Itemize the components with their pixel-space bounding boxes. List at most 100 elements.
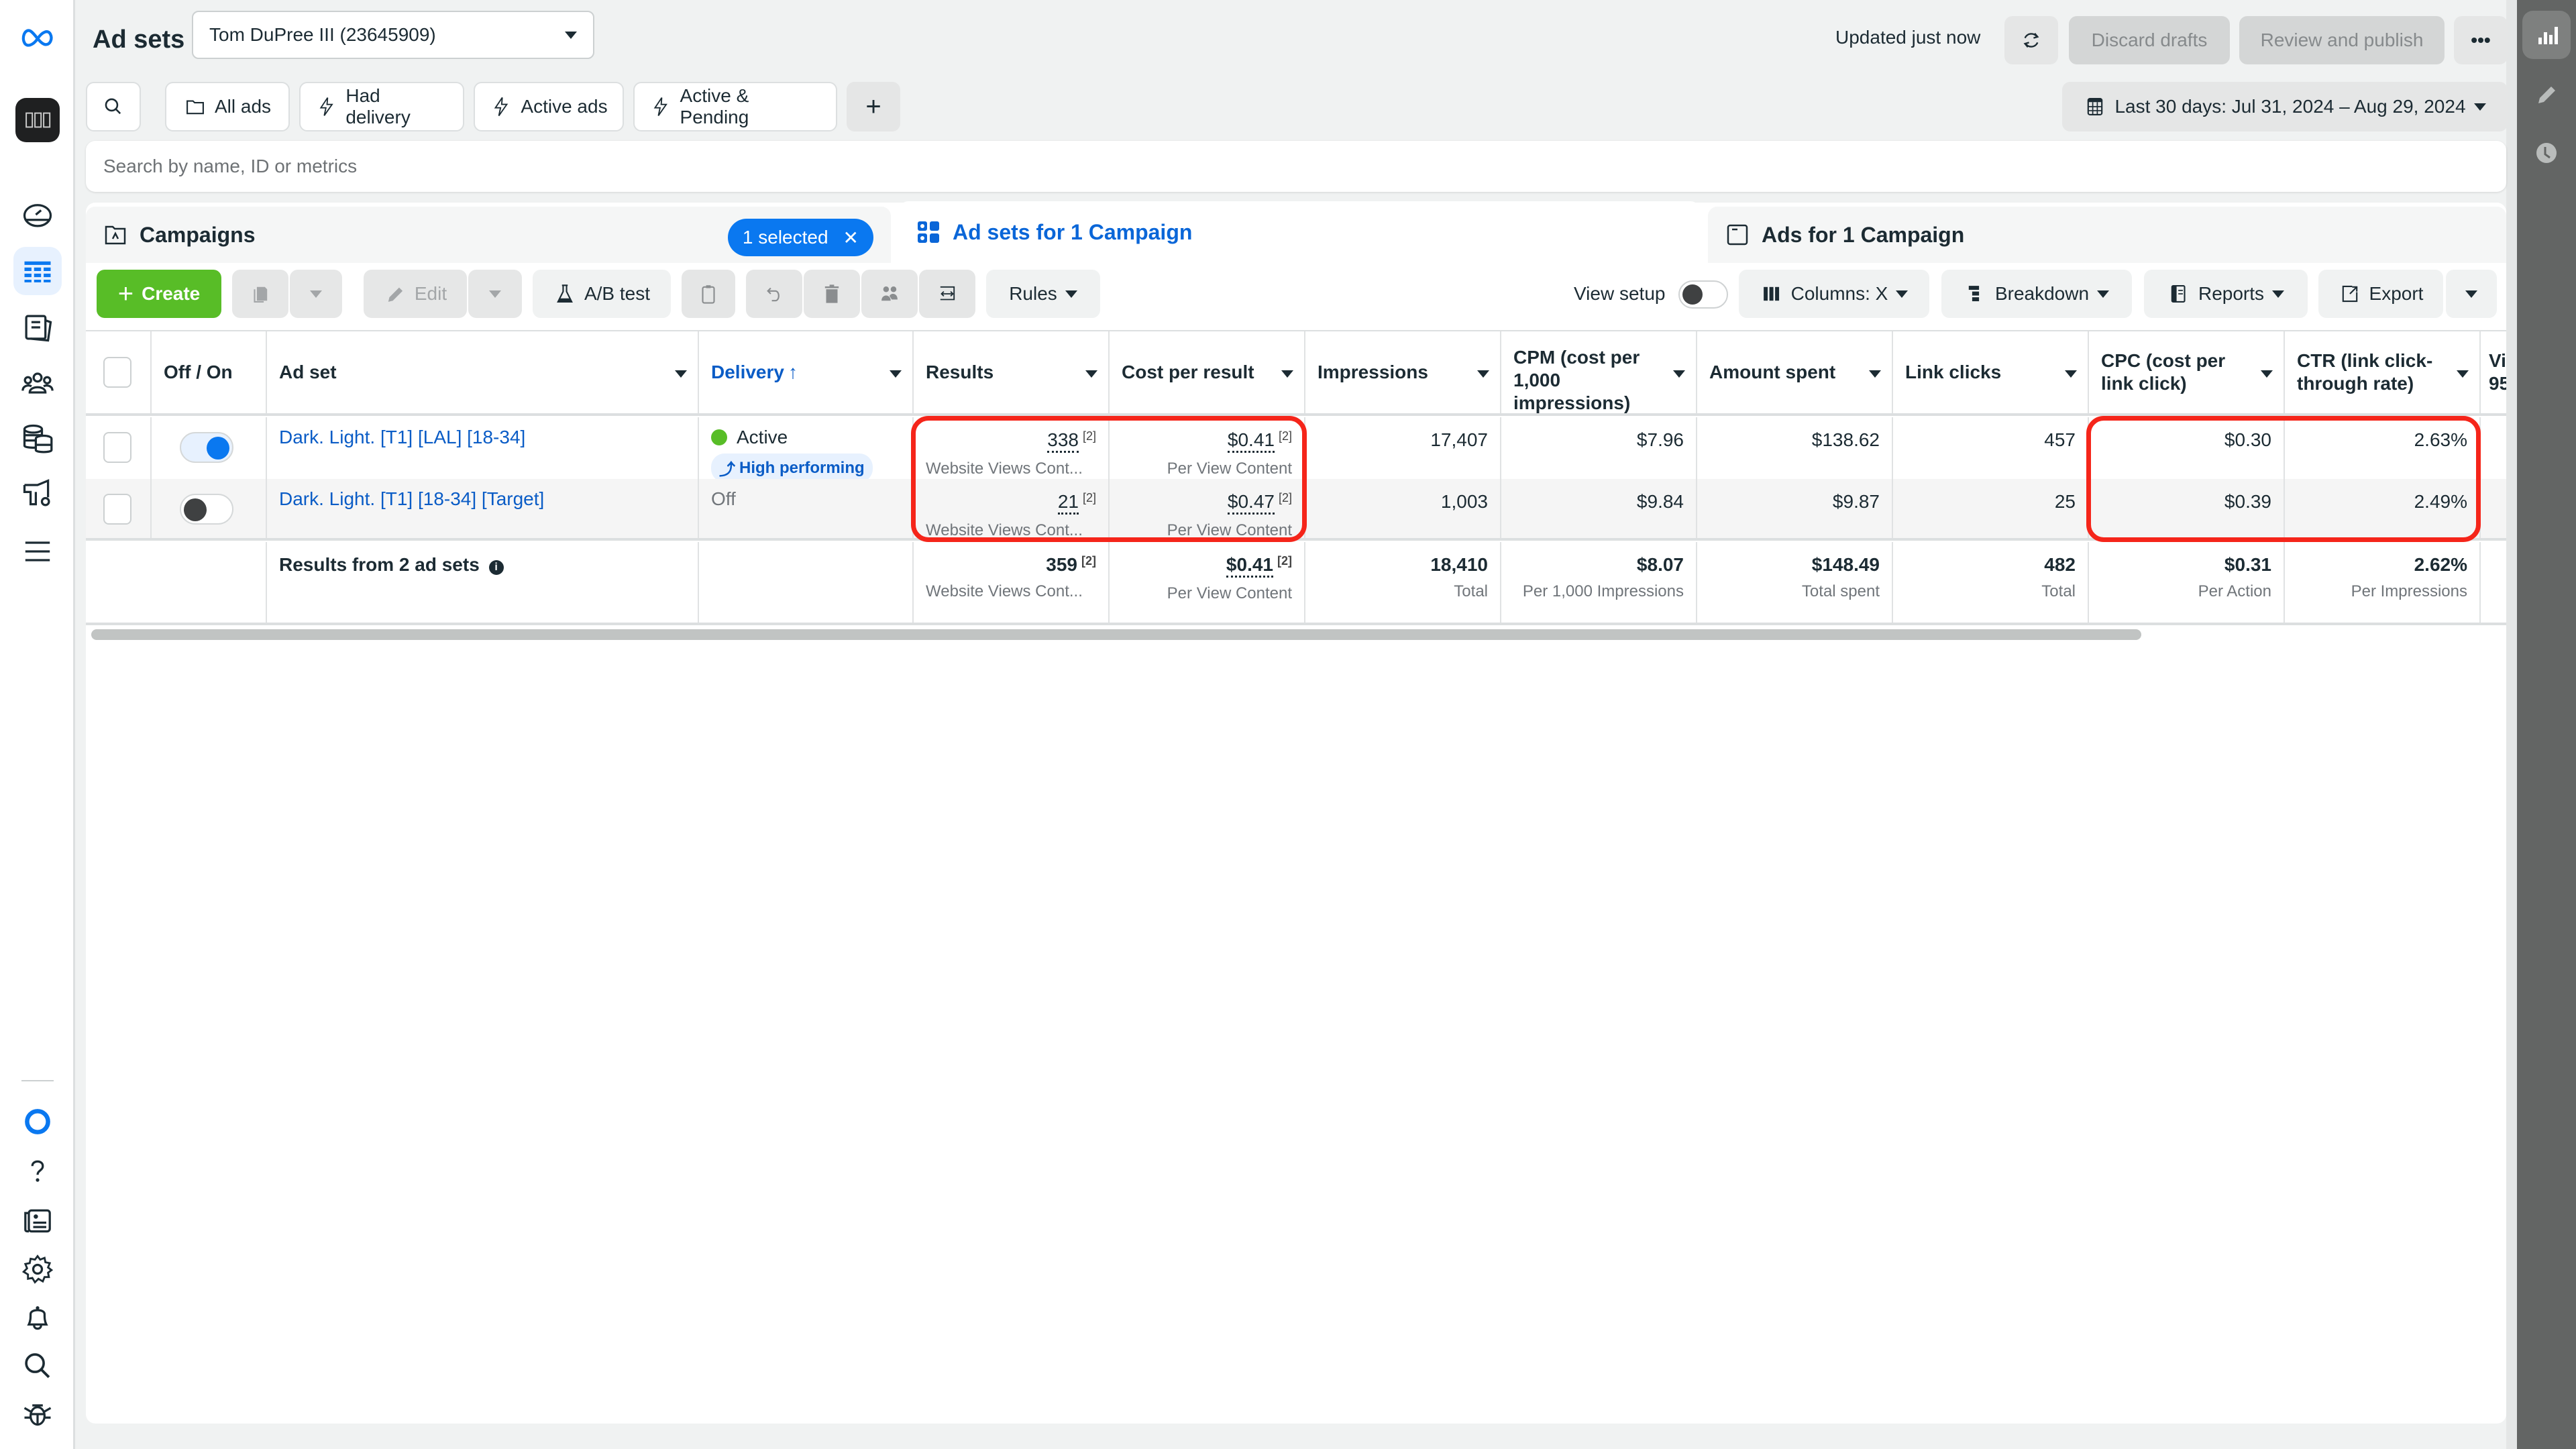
refresh-button[interactable] xyxy=(2004,16,2058,64)
rules-button[interactable]: Rules xyxy=(986,270,1100,318)
insights-bar-chart-icon[interactable] xyxy=(2522,11,2571,59)
search-icon[interactable] xyxy=(13,1342,62,1390)
ad-set-toggle[interactable] xyxy=(180,432,233,463)
header-results[interactable]: Results xyxy=(914,331,1110,413)
filter-all-ads[interactable]: All ads xyxy=(165,82,290,131)
catalog-pages-icon[interactable] xyxy=(13,303,62,352)
export-dropdown[interactable] xyxy=(2446,270,2497,318)
filter-had-delivery[interactable]: Had delivery xyxy=(299,82,464,131)
ads-manager-table-icon[interactable] xyxy=(13,247,62,295)
account-icon[interactable] xyxy=(15,98,60,142)
more-options-button[interactable]: ••• xyxy=(2454,16,2508,64)
ad-set-toggle[interactable] xyxy=(180,494,233,525)
header-delivery[interactable]: Delivery ↑ xyxy=(699,331,914,413)
ad-settings-megaphone-icon[interactable] xyxy=(13,470,62,518)
header-impressions[interactable]: Impressions xyxy=(1305,331,1501,413)
ad-set-name-link[interactable]: Dark. Light. [T1] [LAL] [18-34] xyxy=(267,417,699,479)
tab-campaigns[interactable]: Campaigns 1 selected ✕ xyxy=(86,207,891,263)
dashboard-gauge-icon[interactable] xyxy=(13,191,62,239)
lightning-icon xyxy=(319,97,333,116)
sort-caret-icon[interactable] xyxy=(1477,370,1489,378)
sort-caret-icon[interactable] xyxy=(2065,370,2077,378)
table-header: Off / On Ad set Delivery ↑ Results Cost p… xyxy=(86,330,2506,416)
filter-active-ads[interactable]: Active ads xyxy=(474,82,624,131)
tab-ad-sets[interactable]: Ad sets for 1 Campaign xyxy=(899,201,1700,263)
header-next-column[interactable]: Vi 95 xyxy=(2481,331,2506,413)
undo-button[interactable] xyxy=(746,270,802,318)
totals-label-cell: Results from 2 ad sets i xyxy=(267,542,699,623)
flask-icon xyxy=(557,284,573,303)
info-icon[interactable]: i xyxy=(488,560,504,575)
row-checkbox[interactable] xyxy=(103,494,131,525)
sort-caret-icon[interactable] xyxy=(1673,370,1685,378)
sort-caret-icon[interactable] xyxy=(1869,370,1881,378)
sort-caret-icon[interactable] xyxy=(2457,370,2469,378)
sort-caret-icon[interactable] xyxy=(675,370,687,378)
search-bar[interactable] xyxy=(86,141,2506,192)
discard-drafts-button[interactable]: Discard drafts xyxy=(2069,16,2230,64)
add-filter-button[interactable]: + xyxy=(847,82,900,131)
duplicate-button[interactable] xyxy=(232,270,288,318)
header-link-clicks[interactable]: Link clicks xyxy=(1893,331,2089,413)
ad-set-name-link[interactable]: Dark. Light. [T1] [18-34] [Target] xyxy=(267,479,699,538)
billing-coins-icon[interactable] xyxy=(13,415,62,463)
export-button[interactable]: Export xyxy=(2318,270,2443,318)
date-range-picker[interactable]: Last 30 days: Jul 31, 2024 – Aug 29, 202… xyxy=(2062,82,2508,131)
duplicate-dropdown[interactable] xyxy=(290,270,342,318)
header-off-on[interactable]: Off / On xyxy=(152,331,267,413)
ad-window-icon xyxy=(1727,224,1748,246)
account-selector[interactable]: Tom DuPree III (23645909) xyxy=(192,11,594,59)
tab-ads[interactable]: Ads for 1 Campaign xyxy=(1708,207,2506,263)
assign-users-button[interactable] xyxy=(861,270,918,318)
header-ad-set[interactable]: Ad set xyxy=(267,331,699,413)
create-label: Create xyxy=(142,283,201,304)
filter-active-pending[interactable]: Active & Pending xyxy=(633,82,837,131)
news-feed-icon[interactable] xyxy=(13,1197,62,1245)
high-performing-badge[interactable]: ⤴ High performing xyxy=(711,453,873,482)
sort-caret-icon[interactable] xyxy=(890,370,902,378)
reports-button[interactable]: Reports xyxy=(2144,270,2308,318)
delete-button[interactable] xyxy=(804,270,860,318)
sort-caret-icon[interactable] xyxy=(2261,370,2273,378)
select-all-checkbox[interactable] xyxy=(103,357,131,388)
create-button[interactable]: + Create xyxy=(97,270,221,318)
horizontal-scrollbar[interactable] xyxy=(91,629,2141,640)
history-clock-icon[interactable] xyxy=(2522,129,2571,177)
columns-button[interactable]: Columns: X xyxy=(1739,270,1929,318)
meta-logo-icon[interactable] xyxy=(13,13,62,62)
breakdown-button[interactable]: Breakdown xyxy=(1941,270,2132,318)
all-tools-menu-icon[interactable] xyxy=(13,527,62,576)
header-ctr[interactable]: CTR (link click-through rate) xyxy=(2285,331,2481,413)
header-amount-spent[interactable]: Amount spent xyxy=(1697,331,1893,413)
clear-selection-icon[interactable]: ✕ xyxy=(843,227,859,249)
header-label: Ad set xyxy=(279,362,337,382)
audiences-icon[interactable] xyxy=(13,360,62,408)
selected-pill[interactable]: 1 selected ✕ xyxy=(727,219,873,256)
compare-button[interactable] xyxy=(919,270,975,318)
status-dot-active xyxy=(711,429,727,445)
review-publish-button[interactable]: Review and publish xyxy=(2239,16,2445,64)
search-toggle-button[interactable] xyxy=(86,82,141,131)
edit-button[interactable]: Edit xyxy=(364,270,467,318)
header-cpc[interactable]: CPC (cost per link click) xyxy=(2089,331,2285,413)
notifications-bell-icon[interactable] xyxy=(13,1293,62,1342)
settings-gear-icon[interactable] xyxy=(13,1245,62,1293)
report-bug-icon[interactable] xyxy=(13,1390,62,1438)
total-cost-value[interactable]: $0.41 xyxy=(1226,554,1273,578)
edit-pencil-icon[interactable] xyxy=(2522,70,2571,118)
edit-dropdown[interactable] xyxy=(468,270,522,318)
row-checkbox[interactable] xyxy=(103,432,131,463)
header-cpm[interactable]: CPM (cost per 1,000 impressions) xyxy=(1501,331,1697,413)
impressions-cell: 1,003 xyxy=(1305,479,1501,538)
view-setup-toggle[interactable] xyxy=(1678,280,1728,309)
total-ctr: 2.62% Per Impressions xyxy=(2285,542,2481,623)
ab-test-button[interactable]: A/B test xyxy=(533,270,671,318)
meta-ai-icon[interactable] xyxy=(13,1097,62,1146)
total-sub: Per 1,000 Impressions xyxy=(1522,582,1684,600)
search-input[interactable] xyxy=(103,156,2506,177)
sort-caret-icon[interactable] xyxy=(1281,370,1293,378)
clipboard-button[interactable] xyxy=(682,270,735,318)
help-icon[interactable] xyxy=(13,1147,62,1195)
header-cost-per-result[interactable]: Cost per result xyxy=(1110,331,1305,413)
sort-caret-icon[interactable] xyxy=(1085,370,1097,378)
